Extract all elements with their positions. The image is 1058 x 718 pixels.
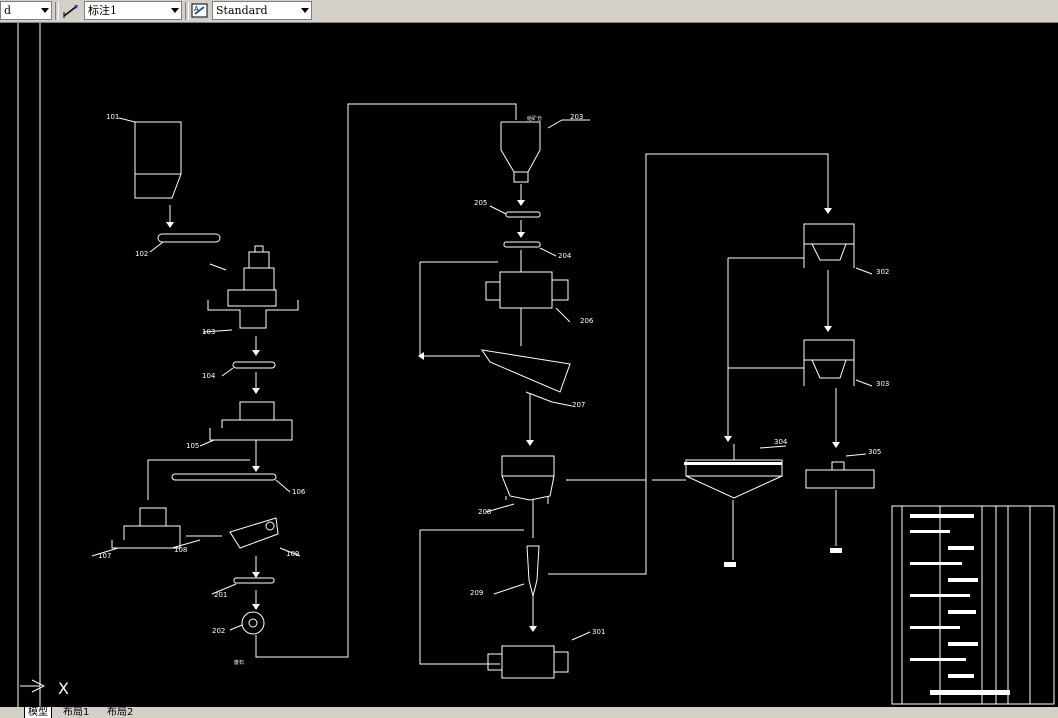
feeder-204 bbox=[503, 241, 541, 248]
process-flow-drawing: 101 102 103 104 105 106 107 108 109 201 … bbox=[17, 23, 1055, 707]
chevron-down-icon[interactable] bbox=[41, 8, 49, 13]
screen-106 bbox=[171, 473, 277, 481]
label-104: 104 bbox=[202, 372, 216, 380]
label-203: 203 bbox=[570, 113, 583, 121]
feeder-205 bbox=[505, 211, 541, 218]
product-mark bbox=[724, 562, 736, 567]
label-201: 201 bbox=[214, 591, 227, 599]
arrowhead bbox=[824, 326, 832, 332]
crusher-105 bbox=[199, 401, 293, 447]
drawing-canvas[interactable]: 101 102 103 104 105 106 107 108 109 201 … bbox=[0, 23, 1058, 707]
arrowhead bbox=[252, 604, 260, 610]
label-107: 107 bbox=[98, 552, 111, 560]
flotation-303 bbox=[803, 339, 873, 387]
dimstyle-combo-value: 标注1 bbox=[88, 4, 117, 17]
layer-combo[interactable]: d bbox=[0, 1, 52, 20]
thickener-304 bbox=[685, 444, 787, 499]
label-208: 208 bbox=[478, 508, 491, 516]
label-305: 305 bbox=[868, 448, 881, 456]
arrowhead bbox=[724, 436, 732, 442]
ucs-x-axis-label: X bbox=[58, 679, 69, 698]
tab-model[interactable]: 模型 bbox=[24, 707, 52, 718]
transfer-line bbox=[255, 103, 517, 658]
hopper-note: 给矿仓 bbox=[527, 115, 542, 122]
ore-bin-101 bbox=[118, 117, 182, 199]
label-108: 108 bbox=[174, 546, 187, 554]
arrowhead bbox=[517, 200, 525, 206]
toolbar-separator bbox=[185, 2, 189, 20]
tailing-note: 废石 bbox=[234, 659, 244, 666]
arrowhead bbox=[824, 208, 832, 214]
label-202: 202 bbox=[212, 627, 225, 635]
label-207: 207 bbox=[572, 401, 585, 409]
arrowhead bbox=[832, 442, 840, 448]
arrowhead bbox=[252, 350, 260, 356]
textstyle-combo[interactable]: Standard bbox=[212, 1, 312, 20]
filter-press-305 bbox=[805, 453, 875, 489]
label-106: 106 bbox=[292, 488, 306, 496]
text-style-icon[interactable]: A bbox=[191, 2, 209, 19]
arrowhead bbox=[252, 466, 260, 472]
layer-combo-value: d bbox=[4, 4, 12, 17]
arrowhead bbox=[517, 232, 525, 238]
arrowhead bbox=[526, 440, 534, 446]
chevron-down-icon[interactable] bbox=[171, 8, 179, 13]
label-109: 109 bbox=[286, 550, 299, 558]
label-101: 101 bbox=[106, 113, 119, 121]
arrowhead bbox=[529, 626, 537, 632]
arrowhead bbox=[252, 572, 260, 578]
title-block-text bbox=[910, 514, 974, 518]
ball-mill-301 bbox=[487, 631, 591, 679]
cyclone-209 bbox=[493, 545, 540, 597]
crusher-103 bbox=[202, 245, 299, 333]
classifier-207 bbox=[480, 349, 573, 407]
arrowhead bbox=[252, 388, 260, 394]
label-209: 209 bbox=[470, 589, 483, 597]
svg-text:A: A bbox=[194, 5, 199, 13]
tab-layout2[interactable]: 布局2 bbox=[104, 707, 136, 718]
chevron-down-icon[interactable] bbox=[301, 8, 309, 13]
product-mark bbox=[830, 548, 842, 553]
label-304: 304 bbox=[774, 438, 788, 446]
dimstyle-combo[interactable]: 标注1 bbox=[84, 1, 182, 20]
feeder-201 bbox=[233, 577, 275, 584]
tab-layout1[interactable]: 布局1 bbox=[60, 707, 92, 718]
styles-toolbar: d 标注1 A Standard bbox=[0, 0, 1058, 23]
feeder-102 bbox=[157, 233, 221, 243]
textstyle-combo-value: Standard bbox=[216, 4, 268, 17]
flotation-208 bbox=[485, 455, 555, 513]
arrowhead bbox=[418, 352, 424, 360]
dimension-style-icon[interactable] bbox=[62, 2, 80, 19]
label-303: 303 bbox=[876, 380, 889, 388]
label-102: 102 bbox=[135, 250, 148, 258]
label-205: 205 bbox=[474, 199, 487, 207]
pump-202 bbox=[229, 611, 265, 635]
label-204: 204 bbox=[558, 252, 572, 260]
label-206: 206 bbox=[580, 317, 594, 325]
label-302: 302 bbox=[876, 268, 889, 276]
hopper-203 bbox=[500, 119, 590, 183]
ball-mill-206 bbox=[485, 271, 571, 323]
label-103: 103 bbox=[202, 328, 215, 336]
toolbar-separator bbox=[55, 2, 59, 20]
label-105: 105 bbox=[186, 442, 199, 450]
feeder-104 bbox=[232, 361, 276, 369]
arrowhead bbox=[166, 222, 174, 228]
crusher-107 bbox=[91, 507, 181, 557]
layout-tabs: 模型 布局1 布局2 bbox=[0, 707, 1058, 718]
flotation-302 bbox=[803, 223, 873, 275]
label-301: 301 bbox=[592, 628, 605, 636]
